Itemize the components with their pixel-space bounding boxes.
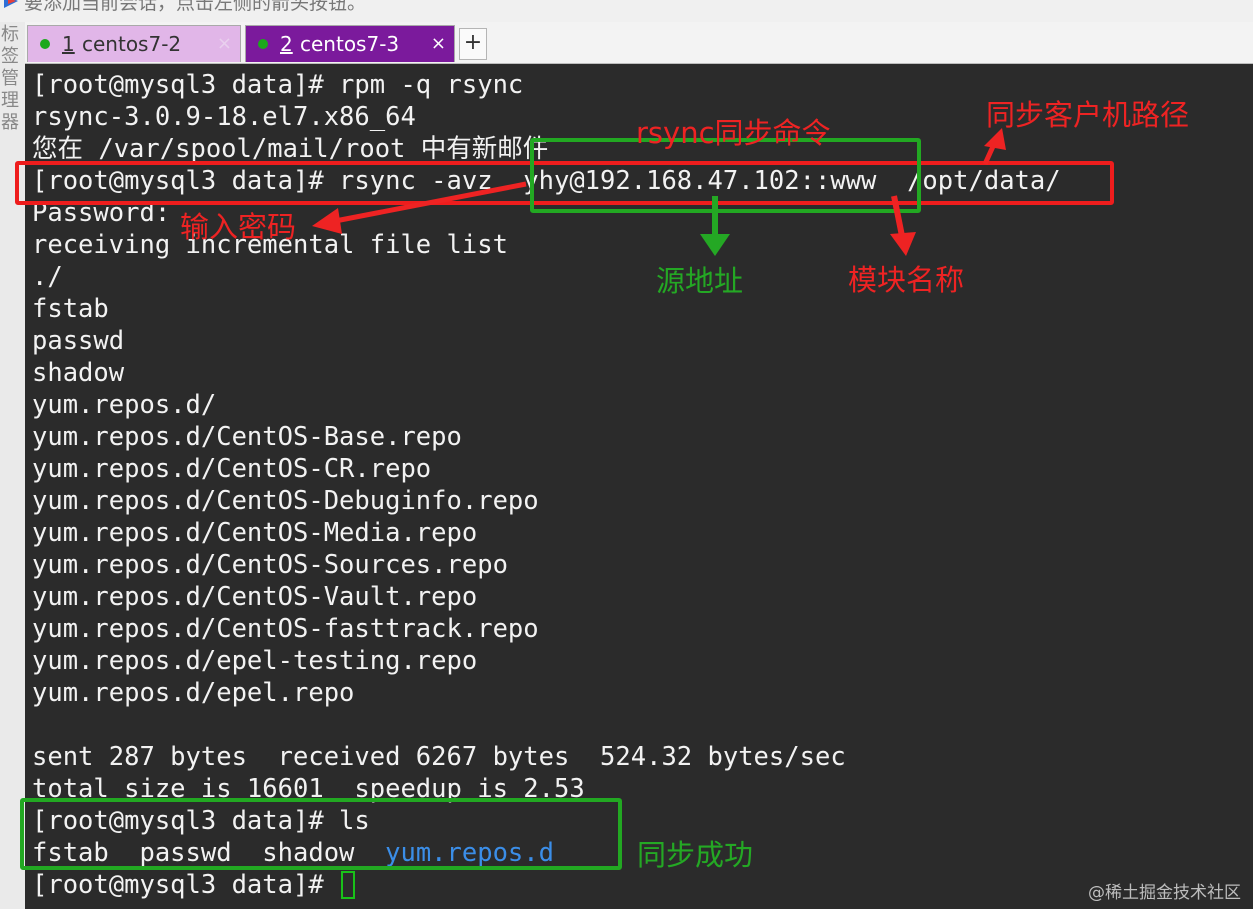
password-annotation: 输入密码 [180,210,297,244]
sync-success-annotation: 同步成功 [637,838,754,872]
close-tab-icon[interactable]: × [431,26,446,62]
terminal-line: passwd [32,326,125,356]
tab-manager-label: 标签管理器 [1,24,19,133]
top-notice-text: 要添加当前会话，点击左侧的箭头按钮。 [24,0,367,14]
tab-label: centos7-3 [300,32,400,56]
sync-success-highlight-box [20,798,622,870]
connected-status-icon [258,39,268,49]
add-tab-button[interactable]: + [459,28,487,60]
tab-centos7-2[interactable]: 1 centos7-2 × [27,25,241,62]
terminal-cursor [341,871,356,899]
tab-manager-sidebar[interactable]: 标签管理器 [0,22,26,909]
top-notice-bar: 要添加当前会话，点击左侧的箭头按钮。 [0,0,1253,22]
terminal-line: shadow [32,358,125,388]
shell-prompt: [root@mysql3 data]# [32,870,340,900]
module-name-annotation: 模块名称 [848,263,965,297]
connected-status-icon [40,39,50,49]
watermark: @稀土掘金技术社区 [1088,883,1241,903]
source-address-annotation: 源地址 [656,264,744,298]
tab-label: centos7-2 [82,32,182,56]
tab-number: 2 [280,32,293,56]
terminal-line: fstab [32,294,109,324]
terminal-line: yum.repos.d/CentOS-Base.repo [32,422,462,452]
terminal-line: yum.repos.d/CentOS-CR.repo [32,454,432,484]
terminal-line: yum.repos.d/CentOS-Media.repo [32,518,478,548]
terminal-line: yum.repos.d/epel-testing.repo [32,646,478,676]
terminal-line: [root@mysql3 data]# rpm -q rsync [32,70,524,100]
terminal-line: yum.repos.d/epel.repo [32,678,355,708]
terminal-line: yum.repos.d/ [32,390,217,420]
terminal-line: rsync-3.0.9-18.el7.x86_64 [32,102,416,132]
terminal-line: yum.repos.d/CentOS-Sources.repo [32,550,508,580]
tab-centos7-3[interactable]: 2 centos7-3 × [245,25,455,62]
rsync-command-annotation: rsync同步命令 [636,116,831,150]
terminal-line: yum.repos.d/CentOS-Debuginfo.repo [32,486,539,516]
terminal-line: yum.repos.d/CentOS-Vault.repo [32,582,478,612]
app-logo-icon [4,0,18,8]
terminal-line: yum.repos.d/CentOS-fasttrack.repo [32,614,539,644]
prompt-line[interactable]: [root@mysql3 data]# [32,869,356,901]
client-path-annotation: 同步客户机路径 [986,98,1190,132]
terminal-line: ./ [32,262,63,292]
tab-number: 1 [62,32,75,56]
terminal-line: sent 287 bytes received 6267 bytes 524.3… [32,742,846,772]
session-tab-bar: 1 centos7-2 × 2 centos7-3 × + [25,22,1253,64]
close-tab-icon[interactable]: × [217,26,232,62]
